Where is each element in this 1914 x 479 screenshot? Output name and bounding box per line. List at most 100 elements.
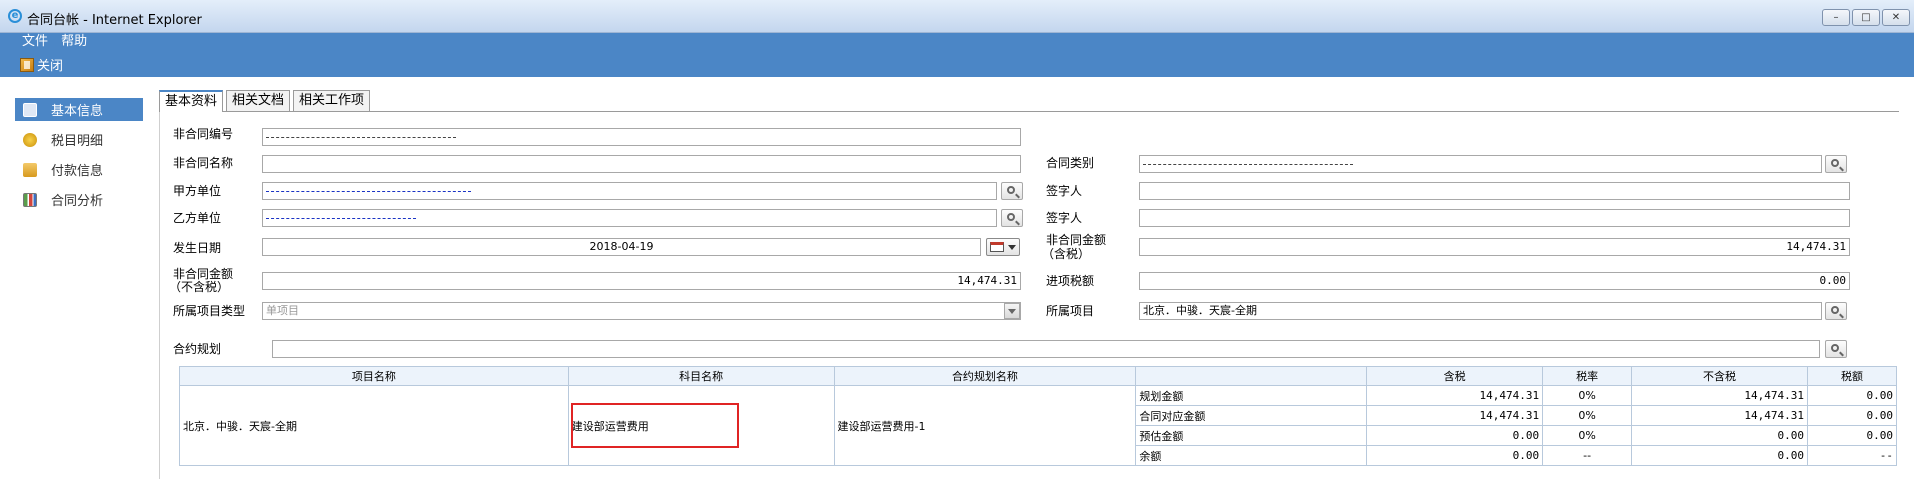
magnifier-icon [1007, 213, 1015, 221]
signer-b-label: 签字人 [1046, 211, 1083, 225]
sidebar-item-payment[interactable]: 付款信息 [15, 158, 143, 181]
col-header-subject: 科目名称 [567, 366, 835, 386]
header-band [0, 33, 1914, 77]
amount-notax-label-sub: （不含税） [169, 280, 230, 294]
calendar-icon [990, 242, 1004, 252]
date-field[interactable]: 2018-04-19 [262, 238, 981, 256]
maximize-button[interactable]: □ [1852, 9, 1880, 26]
exit-icon [20, 57, 34, 72]
tax-excl-cell: 0.00 [1631, 425, 1808, 446]
payment-icon [23, 162, 37, 177]
input-tax-label: 进项税额 [1046, 274, 1095, 288]
plan-table: 项目名称 科目名称 合约规划名称 含税 税率 不含税 税额 北京．中骏．天宸-全… [179, 366, 1898, 466]
project-type-label: 所属项目类型 [173, 304, 246, 318]
amount-tax-label: 非合同金额 [1046, 233, 1107, 247]
party-b-lookup-button[interactable] [1001, 209, 1023, 227]
contract-name-field[interactable] [262, 155, 1021, 173]
plan-field[interactable] [272, 340, 1820, 358]
party-a-lookup-button[interactable] [1001, 182, 1023, 200]
amount-tax-field[interactable]: 14,474.31 [1139, 238, 1850, 256]
window-title: 合同台帐 - Internet Explorer [27, 13, 202, 28]
coins-icon [23, 132, 37, 147]
chevron-down-icon[interactable] [1004, 303, 1020, 319]
date-label: 发生日期 [173, 241, 222, 255]
contract-type-field[interactable] [1139, 155, 1822, 173]
sidebar-item-label: 付款信息 [51, 164, 104, 179]
party-b-label: 乙方单位 [173, 211, 222, 225]
tax-incl-cell: 0.00 [1366, 445, 1544, 466]
tax-incl-cell: 14,474.31 [1366, 385, 1544, 406]
sidebar-item-basic-info[interactable]: 基本信息 [15, 98, 143, 121]
magnifier-icon [1831, 344, 1839, 352]
project-label: 所属项目 [1046, 304, 1095, 318]
rate-cell: 0% [1542, 385, 1633, 406]
contract-type-lookup-button[interactable] [1825, 155, 1847, 173]
project-field[interactable]: 北京．中骏．天宸-全期 [1139, 302, 1822, 320]
col-header-plan-name: 合约规划名称 [833, 366, 1137, 386]
signer-a-field[interactable] [1139, 182, 1850, 200]
col-header-rate: 税率 [1542, 366, 1633, 386]
tab-work-items[interactable]: 相关工作项 [293, 90, 371, 111]
table-header-row: 项目名称 科目名称 合约规划名称 含税 税率 不含税 税额 [179, 366, 1898, 386]
tab-basic[interactable]: 基本资料 [159, 90, 224, 113]
minimize-button[interactable]: – [1822, 9, 1850, 26]
date-picker-button[interactable] [986, 238, 1020, 256]
sidebar: 基本信息 税目明细 付款信息 合同分析 [15, 98, 143, 218]
menu-bar: 文件 帮助 [22, 30, 96, 49]
contract-type-label: 合同类别 [1046, 156, 1095, 170]
analysis-icon [23, 192, 37, 207]
menu-file[interactable]: 文件 [22, 34, 48, 49]
signer-b-field[interactable] [1139, 209, 1850, 227]
sidebar-item-label: 合同分析 [51, 194, 104, 209]
internet-explorer-icon: e [8, 9, 22, 23]
col-header-tax-excl: 不含税 [1631, 366, 1808, 386]
tax-cell: -- [1806, 445, 1898, 466]
window-titlebar: e 合同台帐 - Internet Explorer – □ ✕ [0, 0, 1914, 33]
signer-a-label: 签字人 [1046, 184, 1083, 198]
col-header-tax: 税额 [1806, 366, 1898, 386]
amount-notax-field[interactable]: 14,474.31 [262, 272, 1021, 290]
close-button[interactable]: 关闭 [20, 55, 63, 74]
col-header-project: 项目名称 [179, 366, 569, 386]
chevron-down-icon [1008, 245, 1016, 250]
tab-documents[interactable]: 相关文档 [226, 90, 291, 111]
magnifier-icon [1007, 186, 1015, 194]
tax-cell: 0.00 [1806, 405, 1898, 426]
document-icon [23, 102, 37, 117]
rate-cell: 0% [1542, 425, 1633, 446]
input-tax-field[interactable]: 0.00 [1139, 272, 1850, 290]
sidebar-item-analysis[interactable]: 合同分析 [15, 188, 143, 211]
row-label: 预估金额 [1135, 425, 1368, 446]
menu-help[interactable]: 帮助 [61, 34, 87, 49]
plan-name-cell: 建设部运营费用-1 [833, 385, 1137, 466]
tax-incl-cell: 14,474.31 [1366, 405, 1544, 426]
tab-bar: 基本资料 相关文档 相关工作项 [159, 90, 1899, 113]
project-type-select[interactable]: 单项目 [262, 302, 1021, 320]
magnifier-icon [1831, 159, 1839, 167]
amount-notax-label: 非合同金额 [173, 267, 234, 281]
project-lookup-button[interactable] [1825, 302, 1847, 320]
amount-tax-label-sub: （含税） [1042, 247, 1091, 261]
contract-no-field[interactable] [262, 128, 1021, 146]
row-label: 合同对应金额 [1135, 405, 1368, 426]
project-cell: 北京．中骏．天宸-全期 [179, 385, 569, 466]
row-label: 余额 [1135, 445, 1368, 466]
close-window-button[interactable]: ✕ [1882, 9, 1910, 26]
subject-cell: 建设部运营费用 [567, 385, 835, 466]
plan-label: 合约规划 [173, 342, 222, 356]
magnifier-icon [1831, 306, 1839, 314]
party-b-field[interactable] [262, 209, 997, 227]
col-header-tax-incl: 含税 [1366, 366, 1544, 386]
plan-lookup-button[interactable] [1825, 340, 1847, 358]
close-label: 关闭 [37, 59, 64, 74]
tax-cell: 0.00 [1806, 425, 1898, 446]
row-label: 规划金额 [1135, 385, 1368, 406]
col-header-category [1135, 366, 1368, 386]
sidebar-item-label: 基本信息 [51, 104, 104, 119]
rate-cell: 0% [1542, 405, 1633, 426]
rate-cell: -- [1542, 445, 1633, 466]
sidebar-item-label: 税目明细 [51, 134, 104, 149]
sidebar-item-tax-detail[interactable]: 税目明细 [15, 128, 143, 151]
party-a-field[interactable] [262, 182, 997, 200]
party-a-label: 甲方单位 [173, 184, 222, 198]
